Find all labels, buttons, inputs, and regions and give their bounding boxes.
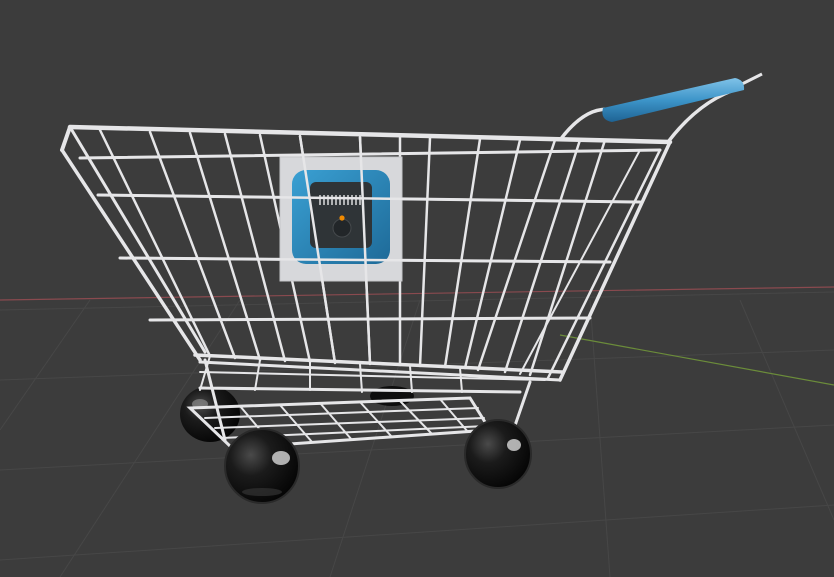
front-left-wheel[interactable] [224, 428, 300, 504]
handle-grip [602, 78, 745, 122]
sign-status-led [339, 215, 345, 221]
cart-handle[interactable] [558, 72, 763, 144]
sign-camera-lens [332, 218, 352, 238]
3d-viewport[interactable] [0, 0, 834, 577]
viewport-canvas[interactable] [0, 0, 834, 577]
rear-left-wheel[interactable] [180, 386, 240, 442]
front-right-wheel[interactable] [464, 419, 532, 489]
x-axis-line [0, 286, 834, 301]
y-axis-line [559, 334, 834, 386]
